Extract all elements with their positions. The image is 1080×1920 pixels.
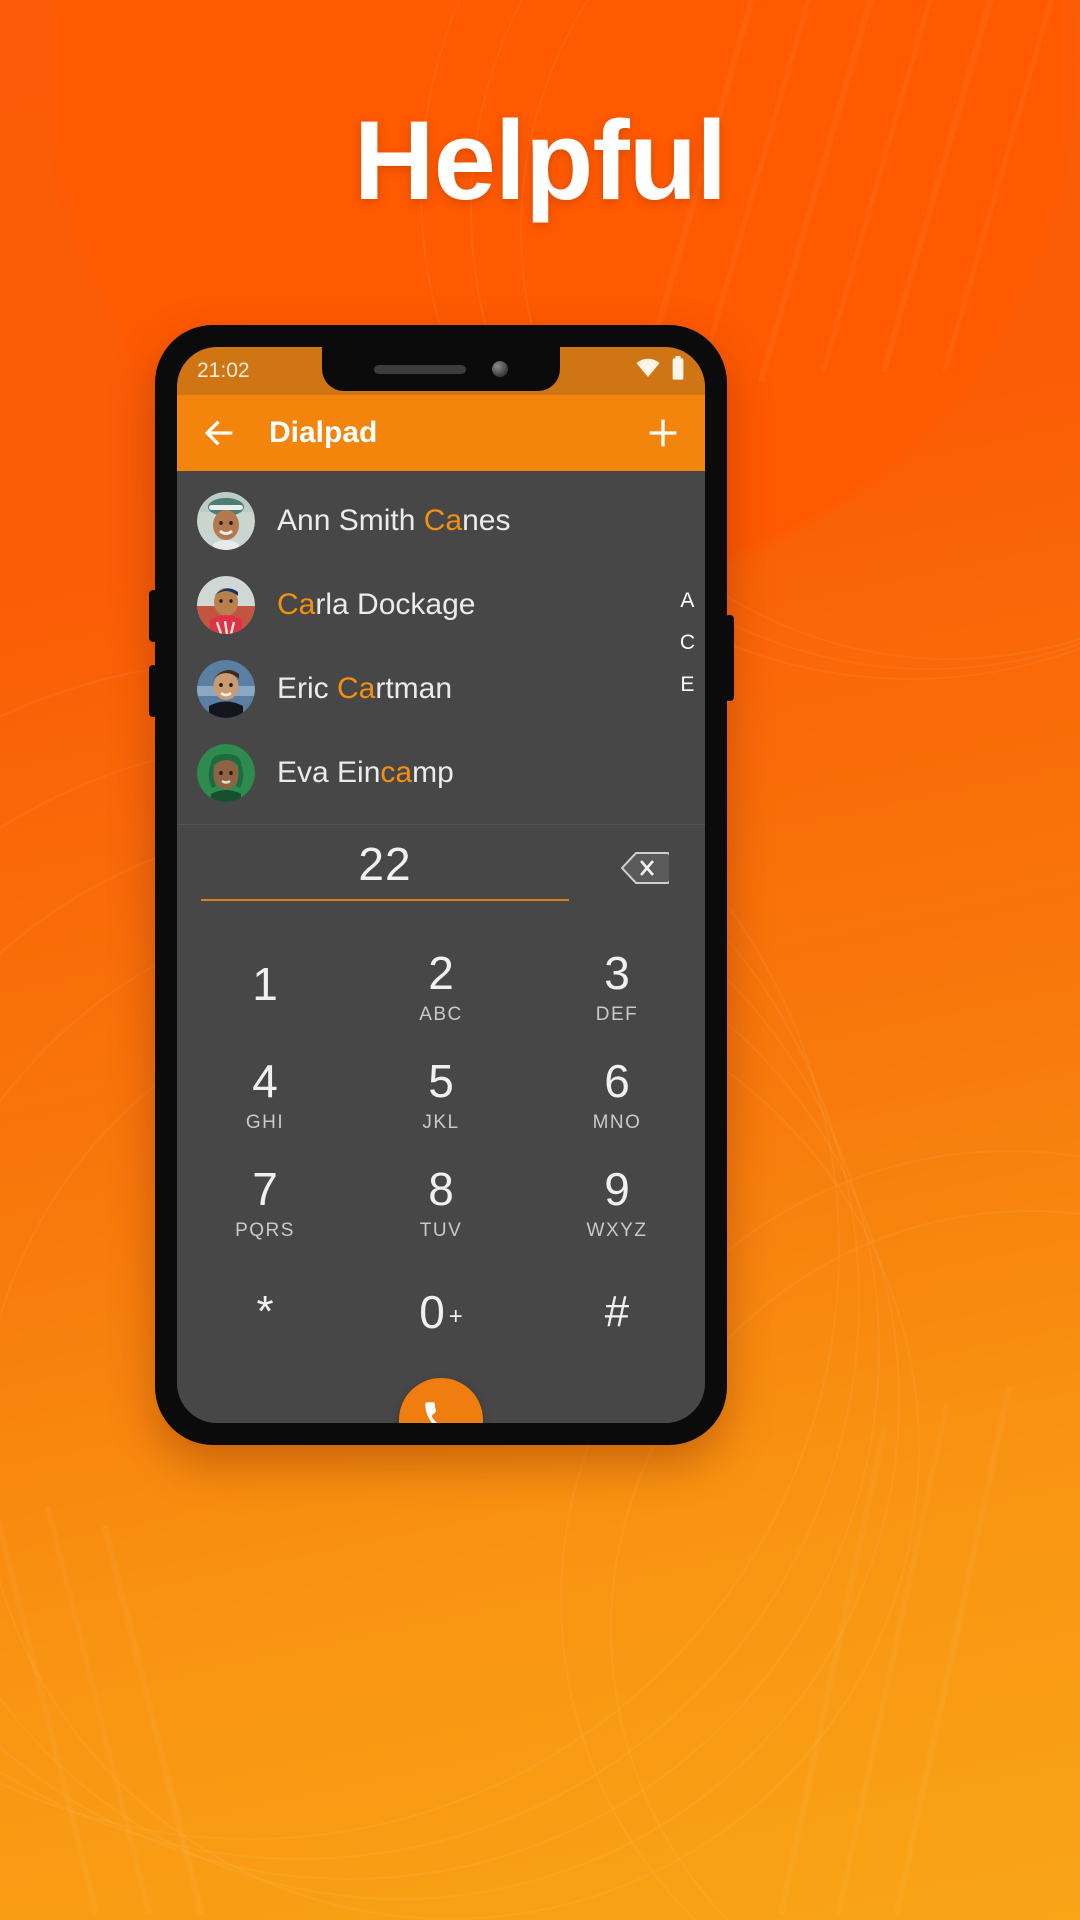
keypad-letters: DEF bbox=[595, 1004, 639, 1025]
keypad-letters: MNO bbox=[592, 1112, 642, 1133]
phone-screen: 21:02 Dialpad Ann Smith Canes Carla Dock… bbox=[177, 347, 705, 1423]
keypad-key-3[interactable]: 3 DEF bbox=[529, 934, 705, 1042]
contact-name: Ann Smith Canes bbox=[277, 504, 511, 537]
keypad-key-2[interactable]: 2 ABC bbox=[353, 934, 529, 1042]
keypad-key-hash[interactable]: # bbox=[529, 1258, 705, 1366]
page-title: Helpful bbox=[353, 98, 728, 223]
keypad-key-5[interactable]: 5 JKL bbox=[353, 1042, 529, 1150]
keypad-letters: WXYZ bbox=[586, 1220, 648, 1241]
keypad-key-7[interactable]: 7 PQRS bbox=[177, 1150, 353, 1258]
keypad-digit: 9 bbox=[604, 1163, 630, 1215]
backspace-icon[interactable] bbox=[620, 849, 671, 887]
contact-avatar-eva bbox=[197, 744, 255, 802]
keypad-letters: TUV bbox=[419, 1220, 463, 1241]
alpha-index-letter[interactable]: A bbox=[680, 589, 694, 613]
keypad-digit: 8 bbox=[428, 1163, 454, 1215]
alpha-index-letter[interactable]: C bbox=[680, 631, 695, 655]
dialed-number-value: 22 bbox=[358, 838, 412, 890]
app-bar-title: Dialpad bbox=[269, 416, 378, 449]
keypad-row: * 0 + # bbox=[177, 1258, 705, 1366]
keypad-letters: PQRS bbox=[235, 1220, 295, 1241]
contacts-list[interactable]: Ann Smith Canes Carla Dockage Eric Cartm… bbox=[177, 471, 705, 824]
keypad-key-0[interactable]: 0 + bbox=[353, 1258, 529, 1366]
earpiece-speaker bbox=[374, 364, 466, 374]
status-time: 21:02 bbox=[197, 359, 250, 382]
keypad-row: 7 PQRS 8 TUV 9 WXYZ bbox=[177, 1150, 705, 1258]
contact-avatar-ann bbox=[197, 492, 255, 550]
contact-name: Carla Dockage bbox=[277, 588, 476, 621]
keypad-digit: 7 bbox=[252, 1163, 278, 1215]
dialpad-keypad[interactable]: 1 2 ABC 3 DEF 4 GHI 5 JKL 6 MNO 7 PQRS 8… bbox=[177, 916, 705, 1366]
contact-list-item[interactable]: Ann Smith Canes bbox=[177, 479, 705, 563]
phone-volume-up-button bbox=[149, 590, 157, 642]
keypad-key-4[interactable]: 4 GHI bbox=[177, 1042, 353, 1150]
dialed-number-field[interactable]: 22 bbox=[201, 837, 569, 901]
alpha-index-letter[interactable]: E bbox=[680, 673, 694, 697]
keypad-letters: GHI bbox=[245, 1112, 285, 1133]
keypad-row: 1 2 ABC 3 DEF bbox=[177, 934, 705, 1042]
plus-icon[interactable] bbox=[643, 413, 683, 453]
contact-name: Eva Eincamp bbox=[277, 756, 454, 789]
phone-volume-down-button bbox=[149, 665, 157, 717]
keypad-digit-group: 0 + bbox=[419, 1289, 463, 1335]
call-button[interactable] bbox=[399, 1378, 483, 1423]
keypad-digit: 3 bbox=[604, 947, 630, 999]
keypad-letters: JKL bbox=[422, 1112, 460, 1133]
contact-avatar-eric bbox=[197, 660, 255, 718]
keypad-digit: 6 bbox=[604, 1055, 630, 1107]
keypad-letters: ABC bbox=[419, 1004, 463, 1025]
back-arrow-icon[interactable] bbox=[199, 413, 239, 453]
alphabet-scroll-index[interactable]: A C E bbox=[680, 589, 695, 697]
keypad-key-6[interactable]: 6 MNO bbox=[529, 1042, 705, 1150]
phone-icon bbox=[420, 1397, 462, 1423]
keypad-plus-label: + bbox=[448, 1303, 463, 1330]
keypad-digit: * bbox=[256, 1287, 274, 1336]
keypad-digit: 0 bbox=[419, 1286, 445, 1338]
keypad-digit: 2 bbox=[428, 947, 454, 999]
keypad-key-star[interactable]: * bbox=[177, 1258, 353, 1366]
keypad-digit: 1 bbox=[252, 958, 278, 1010]
status-icons bbox=[635, 356, 685, 386]
battery-icon bbox=[671, 356, 685, 386]
keypad-digit: 5 bbox=[428, 1055, 454, 1107]
dialed-number-bar: 22 bbox=[177, 824, 705, 916]
keypad-row: 4 GHI 5 JKL 6 MNO bbox=[177, 1042, 705, 1150]
keypad-digit: # bbox=[604, 1287, 630, 1336]
front-camera-icon bbox=[492, 361, 508, 377]
app-bar: Dialpad bbox=[177, 395, 705, 471]
status-bar: 21:02 bbox=[177, 347, 705, 395]
keypad-key-9[interactable]: 9 WXYZ bbox=[529, 1150, 705, 1258]
contact-list-item[interactable]: Eva Eincamp bbox=[177, 731, 705, 815]
contact-list-item[interactable]: Carla Dockage bbox=[177, 563, 705, 647]
keypad-key-1[interactable]: 1 bbox=[177, 934, 353, 1042]
phone-notch bbox=[322, 347, 560, 391]
keypad-key-8[interactable]: 8 TUV bbox=[353, 1150, 529, 1258]
contact-avatar-carla bbox=[197, 576, 255, 634]
contact-name: Eric Cartman bbox=[277, 672, 453, 705]
call-button-row bbox=[177, 1366, 705, 1423]
phone-mockup-frame: 21:02 Dialpad Ann Smith Canes Carla Dock… bbox=[149, 325, 734, 1445]
contact-list-item[interactable]: Eric Cartman bbox=[177, 647, 705, 731]
phone-power-button bbox=[725, 615, 734, 701]
keypad-digit: 4 bbox=[252, 1055, 278, 1107]
wifi-icon bbox=[635, 358, 661, 384]
